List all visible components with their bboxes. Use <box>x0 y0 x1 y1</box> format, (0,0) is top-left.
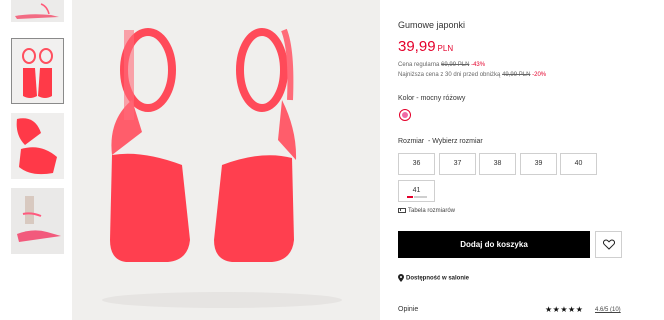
lowest-price-label: Najniższa cena z 30 dni przed obniżką <box>398 72 501 78</box>
size-option-39[interactable]: 39 <box>520 153 557 175</box>
price-currency: PLN <box>437 44 454 53</box>
main-product-image <box>72 0 380 320</box>
color-label-text: Kolor <box>398 95 415 102</box>
sandal-detail-image <box>11 113 64 179</box>
product-price: 39,99 PLN <box>398 38 453 55</box>
color-label: Kolor - mocny różowy <box>398 95 466 102</box>
regular-price-value: 69,99 PLN <box>441 62 470 68</box>
ruler-icon <box>398 208 406 213</box>
heart-icon <box>603 239 615 250</box>
size-option-38[interactable]: 38 <box>479 153 516 175</box>
regular-price-discount: -43% <box>471 62 486 68</box>
product-info-panel: Gumowe japonki 39,99 PLN Cena regularna 6… <box>398 0 648 320</box>
low-stock-indicator <box>407 196 427 198</box>
sandal-top-image <box>11 38 64 104</box>
rating-link[interactable]: 4.6/5 (10) <box>595 307 621 313</box>
size-option-40[interactable]: 40 <box>560 153 597 175</box>
color-swatch-selected[interactable] <box>399 109 411 121</box>
size-option-36[interactable]: 36 <box>398 153 435 175</box>
color-swatch-dot <box>402 112 408 118</box>
size-label: Rozmiar - Wybierz rozmiar <box>398 138 483 145</box>
regular-price-label: Cena regularna <box>398 62 440 68</box>
pink-sandals-illustration <box>72 0 380 320</box>
sandal-side-image <box>11 0 64 22</box>
size-table-label: Tabela rozmiarów <box>408 208 456 215</box>
lowest-price-line: Najniższa cena z 30 dni przed obniżką 49… <box>398 72 546 78</box>
location-pin-icon <box>398 274 404 282</box>
wishlist-button[interactable] <box>595 231 622 258</box>
size-label-text: Rozmiar <box>398 138 425 145</box>
thumbnail-model[interactable] <box>11 188 64 254</box>
lowest-price-value: 49,99 PLN <box>502 72 531 78</box>
size-option-41[interactable]: 41 <box>398 180 435 202</box>
reviews-label: Opinie <box>398 306 419 313</box>
color-value: mocny różowy <box>420 95 466 102</box>
rating-stars: ★★★★★ <box>545 305 584 314</box>
sandal-model-image <box>11 188 64 254</box>
price-value: 39,99 <box>398 38 436 55</box>
thumbnail-top-view[interactable] <box>11 38 64 104</box>
add-to-cart-button[interactable]: Dodaj do koszyka <box>398 231 590 258</box>
size-hint: Wybierz rozmiar <box>432 138 483 145</box>
size-option-37[interactable]: 37 <box>439 153 476 175</box>
size-option-41-label: 41 <box>412 187 421 194</box>
regular-price-line: Cena regularna 69,99 PLN -43% <box>398 62 485 68</box>
lowest-price-discount: -20% <box>532 72 547 78</box>
store-availability-link[interactable]: Dostępność w salonie <box>398 274 469 282</box>
thumbnail-detail[interactable] <box>11 113 64 179</box>
thumbnail-side-view[interactable] <box>11 0 64 22</box>
size-table-link[interactable]: Tabela rozmiarów <box>398 208 455 214</box>
thumbnail-gallery <box>0 0 72 320</box>
product-title: Gumowe japonki <box>398 20 466 30</box>
store-availability-label: Dostępność w salonie <box>406 275 470 282</box>
